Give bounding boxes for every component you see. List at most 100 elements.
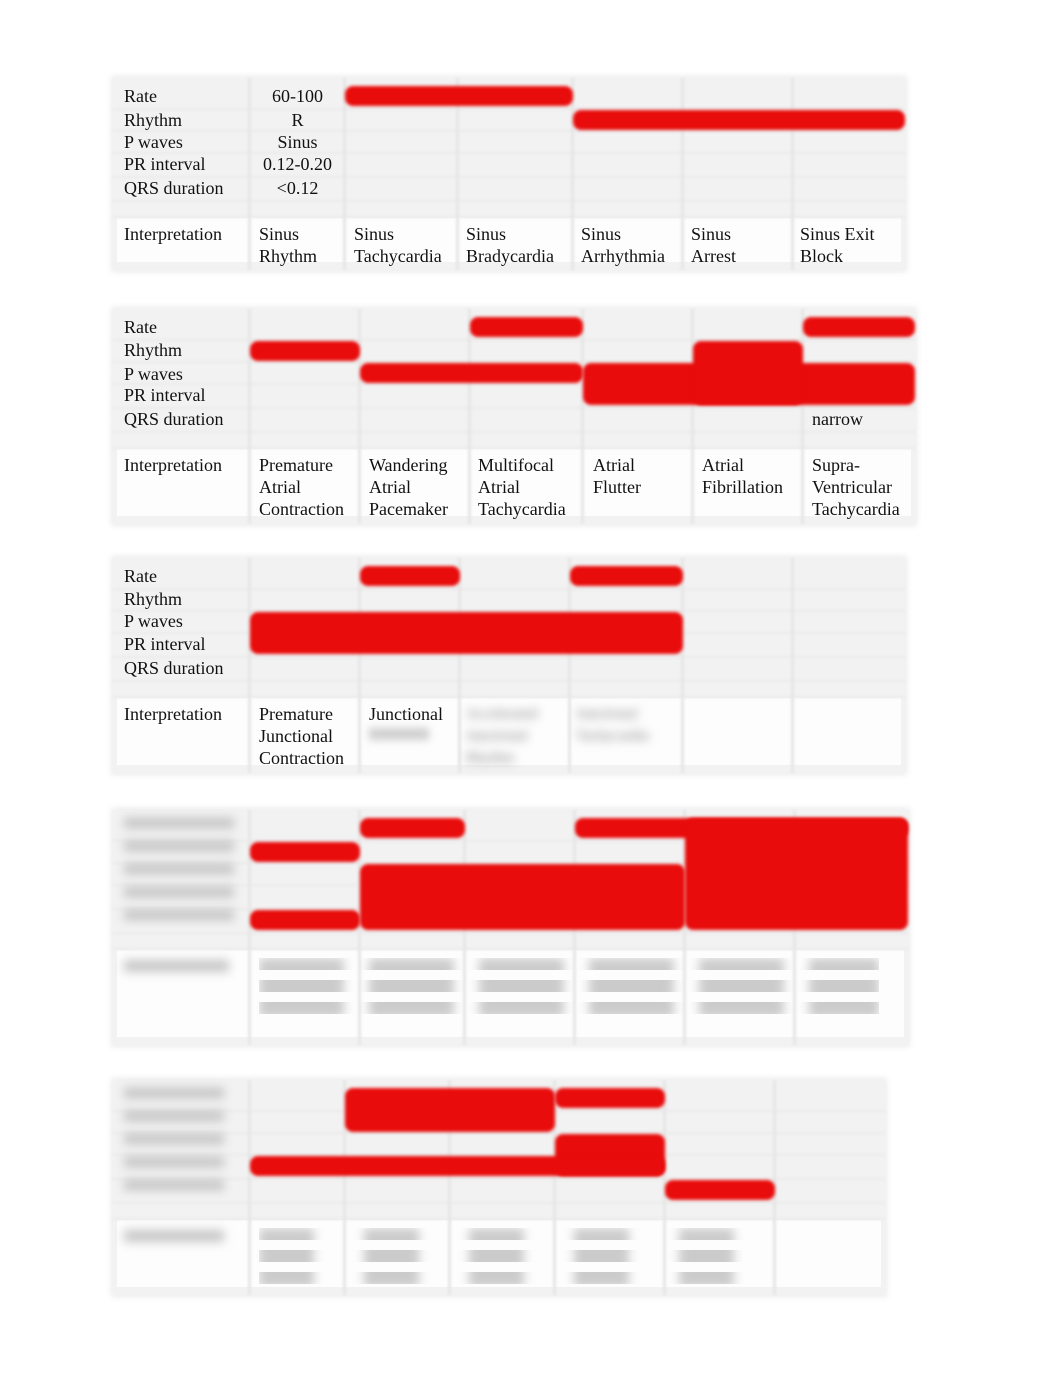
row-label-rhythm: Rhythm [124,589,183,609]
interpretation-cell: Premature Junctional Contraction [259,704,344,768]
row-label-qrs-duration: QRS duration [124,658,224,678]
highlight-bar [470,317,583,337]
row-divider [113,696,905,698]
row-label-rhythm: Rhythm [124,340,183,360]
interpretation-cell: Premature Atrial Contraction [259,455,344,519]
row-divider [113,152,905,154]
value-qrs-duration: <0.12 [276,178,319,198]
row-label-rate: Rate [124,317,157,337]
rhythm-table-atrial: Rate Rhythm P waves PR interval QRS dura… [113,309,915,524]
row-label-interpretation: Interpretation [124,455,222,475]
highlight-bar [360,818,465,838]
row-divider [113,176,905,178]
interpretation-cell: Junctional [369,704,443,724]
column-divider [691,309,694,524]
highlight-bar [250,1156,665,1176]
interpretation-cell: Atrial Flutter [593,455,641,497]
interpretation-cell-obscured: Accelerated Junctional Rhythm [466,706,538,766]
highlight-bar [250,842,360,862]
interpretation-label-obscured [124,960,229,972]
column-divider [248,1080,251,1295]
column-divider [791,78,794,270]
interpretation-cell: Sinus Exit Block [800,224,875,266]
interpretation-cell: Wandering Atrial Pacemaker [369,455,448,519]
row-divider [113,200,905,202]
row-divider [113,447,915,449]
interpretation-cell: Sinus Rhythm [259,224,318,266]
row-label-pr-interval: PR interval [124,634,206,654]
junctional-second-line-obscured [369,728,429,740]
highlight-bar [665,1180,775,1200]
interpretation-cell-obscured: Junctional Tachycardia [576,706,650,744]
row-label-interpretation: Interpretation [124,704,222,724]
highlight-bar [693,341,803,405]
row-divider [113,1202,885,1204]
highlight-bar [360,864,685,930]
row-labels-obscured [124,818,234,928]
rhythm-table-av-block-obscured [113,1080,885,1295]
row-label-rate: Rate [124,566,157,586]
row-divider [113,216,905,218]
row-divider [113,588,905,590]
row-label-p-waves: P waves [124,132,183,152]
column-divider [581,309,584,524]
interpretation-cells-obscured [259,1228,779,1288]
row-label-pr-interval: PR interval [124,385,206,405]
column-divider [791,558,794,773]
highlight-bar [803,317,915,337]
column-divider [248,309,251,524]
row-divider [113,680,905,682]
rhythm-table-ventricular-obscured [113,810,908,1045]
column-divider [468,309,471,524]
row-divider [113,130,905,132]
highlight-bar [360,363,583,383]
highlight-bar [250,612,683,654]
interpretation-cell: Sinus Arrhythmia [581,224,665,266]
column-divider [248,558,251,773]
highlight-bar [360,566,460,586]
row-divider [113,407,915,409]
interpretation-label-obscured [124,1230,224,1242]
column-divider [456,78,459,270]
qrs-note-narrow: narrow [812,409,863,429]
highlight-bar [555,1088,665,1108]
row-label-pr-interval: PR interval [124,154,206,174]
highlight-bar [685,818,908,930]
row-divider [113,656,905,658]
highlight-bar [345,1088,555,1132]
interpretation-cell: Sinus Tachycardia [354,224,442,266]
row-divider [113,1132,885,1134]
row-divider [113,948,908,950]
interpretation-cell: Atrial Fibrillation [702,455,783,497]
column-divider [458,558,461,773]
value-p-waves: Sinus [277,132,318,152]
row-labels-obscured [124,1088,224,1198]
rhythm-table-junctional: Rate Rhythm P waves PR interval QRS dura… [113,558,905,773]
row-divider [113,932,908,934]
interpretation-cell: Supra- Ventricular Tachycardia [812,455,900,519]
row-label-qrs-duration: QRS duration [124,178,224,198]
row-divider [113,1218,885,1220]
interpretation-cells-obscured [259,958,879,1018]
highlight-bar [345,86,573,106]
column-divider [571,78,574,270]
row-label-p-waves: P waves [124,611,183,631]
column-divider [681,558,684,773]
row-divider [113,431,915,433]
column-divider [681,78,684,270]
column-divider [568,558,571,773]
value-rhythm: R [291,110,304,130]
value-rate: 60-100 [272,86,323,106]
column-divider [801,309,804,524]
interpretation-cell: Sinus Bradycardia [466,224,554,266]
interpretation-cell: Sinus Arrest [691,224,736,266]
highlight-bar [573,110,905,130]
row-label-interpretation: Interpretation [124,224,222,244]
row-label-rate: Rate [124,86,157,106]
column-divider [358,309,361,524]
highlight-bar [250,910,360,930]
rhythm-table-sinus: Rate Rhythm P waves PR interval QRS dura… [113,78,905,270]
row-label-qrs-duration: QRS duration [124,409,224,429]
highlight-bar [250,341,360,361]
value-pr-interval: 0.12-0.20 [263,154,332,174]
